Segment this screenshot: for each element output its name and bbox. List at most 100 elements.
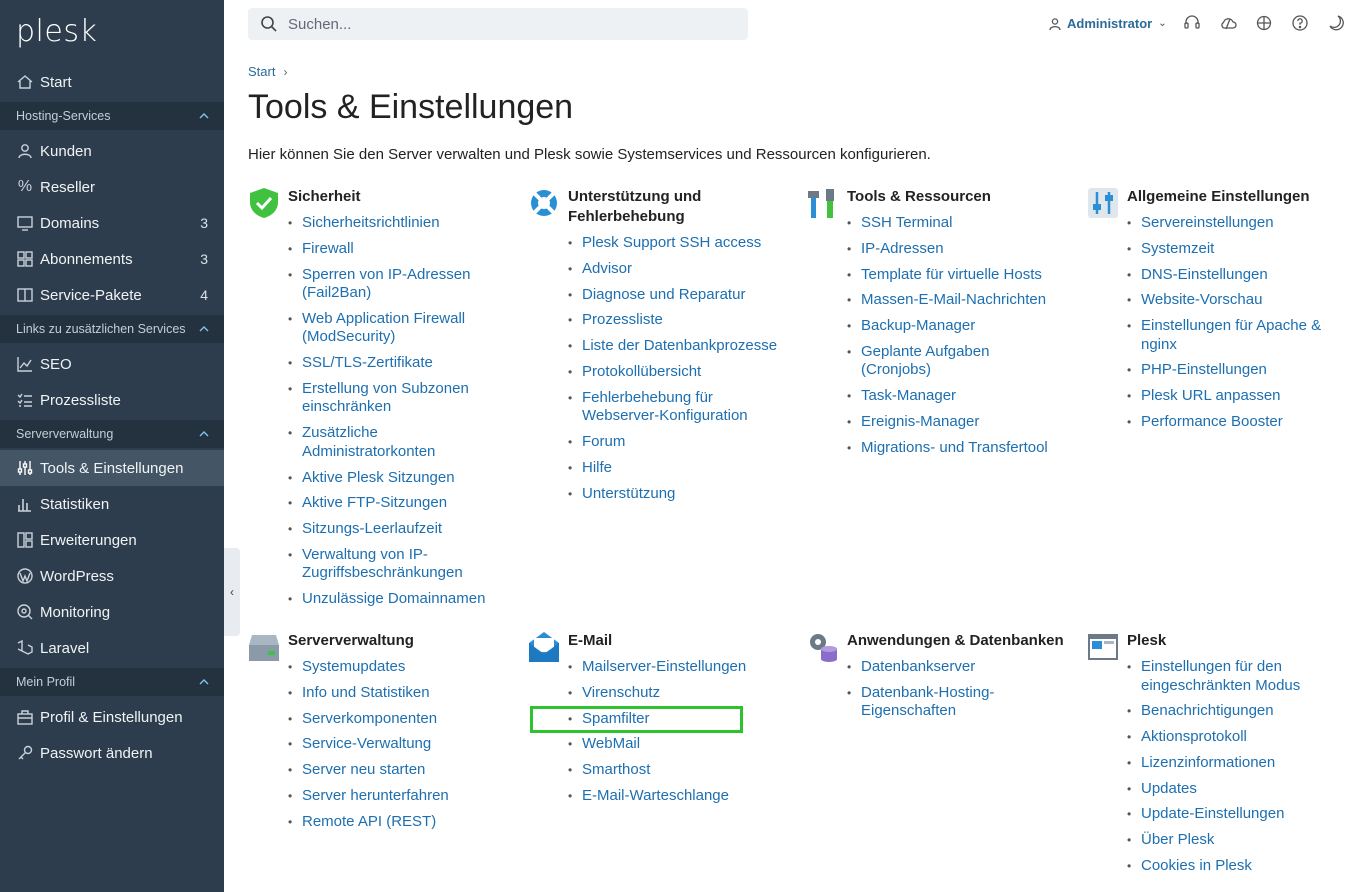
sidebar-item-prozessliste[interactable]: Prozessliste bbox=[0, 382, 224, 418]
count-badge: 3 bbox=[200, 215, 208, 231]
link-item[interactable]: Migrations- und Transfertool bbox=[847, 439, 1062, 458]
link-item[interactable]: Service-Verwaltung bbox=[288, 735, 503, 754]
link-item[interactable]: Aktive FTP-Sitzungen bbox=[288, 494, 503, 513]
breadcrumb[interactable]: Start › bbox=[248, 64, 287, 79]
help-icon[interactable] bbox=[1291, 14, 1309, 32]
link-item[interactable]: Zusätzliche Administratorkonten bbox=[288, 424, 503, 461]
sidebar-item-kunden[interactable]: Kunden bbox=[0, 133, 224, 169]
link-item[interactable]: Website-Vorschau bbox=[1127, 291, 1342, 310]
link-item[interactable]: Einstellungen für Apache & nginx bbox=[1127, 317, 1327, 354]
section-mein-profil[interactable]: Mein Profil bbox=[0, 668, 224, 696]
link-item[interactable]: Systemupdates bbox=[288, 658, 503, 677]
sidebar-item-laravel[interactable]: Laravel bbox=[0, 630, 224, 666]
link-item[interactable]: Über Plesk bbox=[1127, 831, 1342, 850]
link-item[interactable]: WebMail bbox=[568, 735, 783, 754]
link-item[interactable]: Server herunterfahren bbox=[288, 787, 503, 806]
link-item[interactable]: Backup-Manager bbox=[847, 317, 1062, 336]
sidebar-item-seo[interactable]: SEO bbox=[0, 346, 224, 382]
link-item[interactable]: Cookies in Plesk bbox=[1127, 857, 1342, 876]
plesk-logo[interactable]: plesk bbox=[16, 14, 97, 49]
link-item[interactable]: Sperren von IP-Adressen (Fail2Ban) bbox=[288, 266, 503, 303]
section-hosting-services[interactable]: Hosting-Services bbox=[0, 102, 224, 130]
link-item[interactable]: Geplante Aufgaben (Cronjobs) bbox=[847, 343, 1062, 380]
link-item[interactable]: SSH Terminal bbox=[847, 214, 1062, 233]
link-list: Mailserver-Einstellungen Virenschutz Spa… bbox=[568, 658, 783, 813]
sidebar-item-label: Reseller bbox=[40, 178, 96, 196]
sidebar-item-passwort[interactable]: Passwort ändern bbox=[0, 735, 224, 771]
link-item[interactable]: Sicherheitsrichtlinien bbox=[288, 214, 503, 233]
link-item[interactable]: Fehlerbehebung für Webserver-Konfigurati… bbox=[568, 389, 783, 426]
sidebar-item-reseller[interactable]: % Reseller bbox=[0, 169, 224, 205]
sidebar-item-erweiterungen[interactable]: Erweiterungen bbox=[0, 522, 224, 558]
sidebar-collapse-button[interactable]: ‹ bbox=[224, 548, 240, 636]
link-item[interactable]: Massen-E-Mail-Nachrichten bbox=[847, 291, 1062, 310]
link-item[interactable]: Aktive Plesk Sitzungen bbox=[288, 469, 503, 488]
link-item[interactable]: Datenbank-Hosting-Eigenschaften bbox=[847, 684, 1017, 721]
user-menu[interactable]: Administrator ⌄ bbox=[1048, 16, 1167, 31]
link-item[interactable]: Plesk URL anpassen bbox=[1127, 387, 1342, 406]
link-item[interactable]: Benachrichtigungen bbox=[1127, 702, 1342, 721]
link-item[interactable]: Diagnose und Reparatur bbox=[568, 286, 783, 305]
link-item[interactable]: Update-Einstellungen bbox=[1127, 805, 1342, 824]
link-item[interactable]: Smarthost bbox=[568, 761, 783, 780]
link-item[interactable]: Erstellung von Subzonen einschränken bbox=[288, 380, 503, 417]
support-icon[interactable] bbox=[1183, 14, 1201, 32]
link-item[interactable]: Server neu starten bbox=[288, 761, 503, 780]
link-item[interactable]: Task-Manager bbox=[847, 387, 1062, 406]
link-item[interactable]: Servereinstellungen bbox=[1127, 214, 1342, 233]
link-item[interactable]: Plesk Support SSH access bbox=[568, 234, 783, 253]
link-item[interactable]: Unterstützung bbox=[568, 485, 783, 504]
sidebar-item-statistiken[interactable]: Statistiken bbox=[0, 486, 224, 522]
book-icon bbox=[16, 286, 34, 304]
sidebar-item-tools-einstellungen[interactable]: Tools & Einstellungen bbox=[0, 450, 224, 486]
link-item[interactable]: Performance Booster bbox=[1127, 413, 1342, 432]
puzzle-icon[interactable] bbox=[1255, 14, 1273, 32]
search-bar[interactable] bbox=[248, 8, 748, 40]
link-item[interactable]: Remote API (REST) bbox=[288, 813, 503, 832]
link-item[interactable]: Aktionsprotokoll bbox=[1127, 728, 1342, 747]
link-item[interactable]: Updates bbox=[1127, 780, 1342, 799]
link-item[interactable]: E-Mail-Warteschlange bbox=[568, 787, 783, 806]
link-item[interactable]: PHP-Einstellungen bbox=[1127, 361, 1342, 380]
breadcrumb-start[interactable]: Start bbox=[248, 64, 275, 79]
link-item[interactable]: SSL/TLS-Zertifikate bbox=[288, 354, 503, 373]
section-serververwaltung[interactable]: Serververwaltung bbox=[0, 420, 224, 448]
link-item[interactable]: Hilfe bbox=[568, 459, 783, 478]
link-spamfilter[interactable]: Spamfilter bbox=[568, 710, 783, 729]
link-item[interactable]: Einstellungen für den eingeschränkten Mo… bbox=[1127, 658, 1317, 695]
link-item[interactable]: Prozessliste bbox=[568, 311, 783, 330]
chevron-up-icon bbox=[199, 326, 209, 332]
link-item[interactable]: Sitzungs-Leerlaufzeit bbox=[288, 520, 503, 539]
sidebar-item-domains[interactable]: Domains 3 bbox=[0, 205, 224, 241]
cloud-icon[interactable] bbox=[1219, 14, 1237, 32]
link-item[interactable]: Web Application Firewall (ModSecurity) bbox=[288, 310, 503, 347]
link-item[interactable]: IP-Adressen bbox=[847, 240, 1062, 259]
search-input[interactable] bbox=[288, 15, 728, 33]
link-item[interactable]: Advisor bbox=[568, 260, 783, 279]
link-item[interactable]: Verwaltung von IP-Zugriffsbeschränkungen bbox=[288, 546, 503, 583]
sidebar-item-monitoring[interactable]: Monitoring bbox=[0, 594, 224, 630]
sidebar-item-service-pakete[interactable]: Service-Pakete 4 bbox=[0, 277, 224, 313]
link-item[interactable]: Info und Statistiken bbox=[288, 684, 503, 703]
link-item[interactable]: Serverkomponenten bbox=[288, 710, 503, 729]
link-item[interactable]: Forum bbox=[568, 433, 783, 452]
sidebar-item-profil[interactable]: Profil & Einstellungen bbox=[0, 699, 224, 735]
link-item[interactable]: Mailserver-Einstellungen bbox=[568, 658, 783, 677]
link-item[interactable]: Liste der Datenbankprozesse bbox=[568, 337, 783, 356]
link-item[interactable]: Systemzeit bbox=[1127, 240, 1342, 259]
link-item[interactable]: Template für virtuelle Hosts bbox=[847, 266, 1062, 285]
link-item[interactable]: Datenbankserver bbox=[847, 658, 1062, 677]
dark-mode-icon[interactable] bbox=[1327, 14, 1345, 32]
link-item[interactable]: Firewall bbox=[288, 240, 503, 259]
section-links[interactable]: Links zu zusätzlichen Services bbox=[0, 315, 224, 343]
link-item[interactable]: DNS-Einstellungen bbox=[1127, 266, 1342, 285]
sidebar-item-abonnements[interactable]: Abonnements 3 bbox=[0, 241, 224, 277]
link-item[interactable]: Unzulässige Domainnamen bbox=[288, 590, 503, 609]
sidebar-item-start[interactable]: Start bbox=[0, 64, 224, 100]
sidebar-item-wordpress[interactable]: WordPress bbox=[0, 558, 224, 594]
briefcase-icon bbox=[16, 708, 34, 726]
link-item[interactable]: Virenschutz bbox=[568, 684, 783, 703]
link-item[interactable]: Ereignis-Manager bbox=[847, 413, 1062, 432]
link-item[interactable]: Lizenzinformationen bbox=[1127, 754, 1342, 773]
link-item[interactable]: Protokollübersicht bbox=[568, 363, 783, 382]
